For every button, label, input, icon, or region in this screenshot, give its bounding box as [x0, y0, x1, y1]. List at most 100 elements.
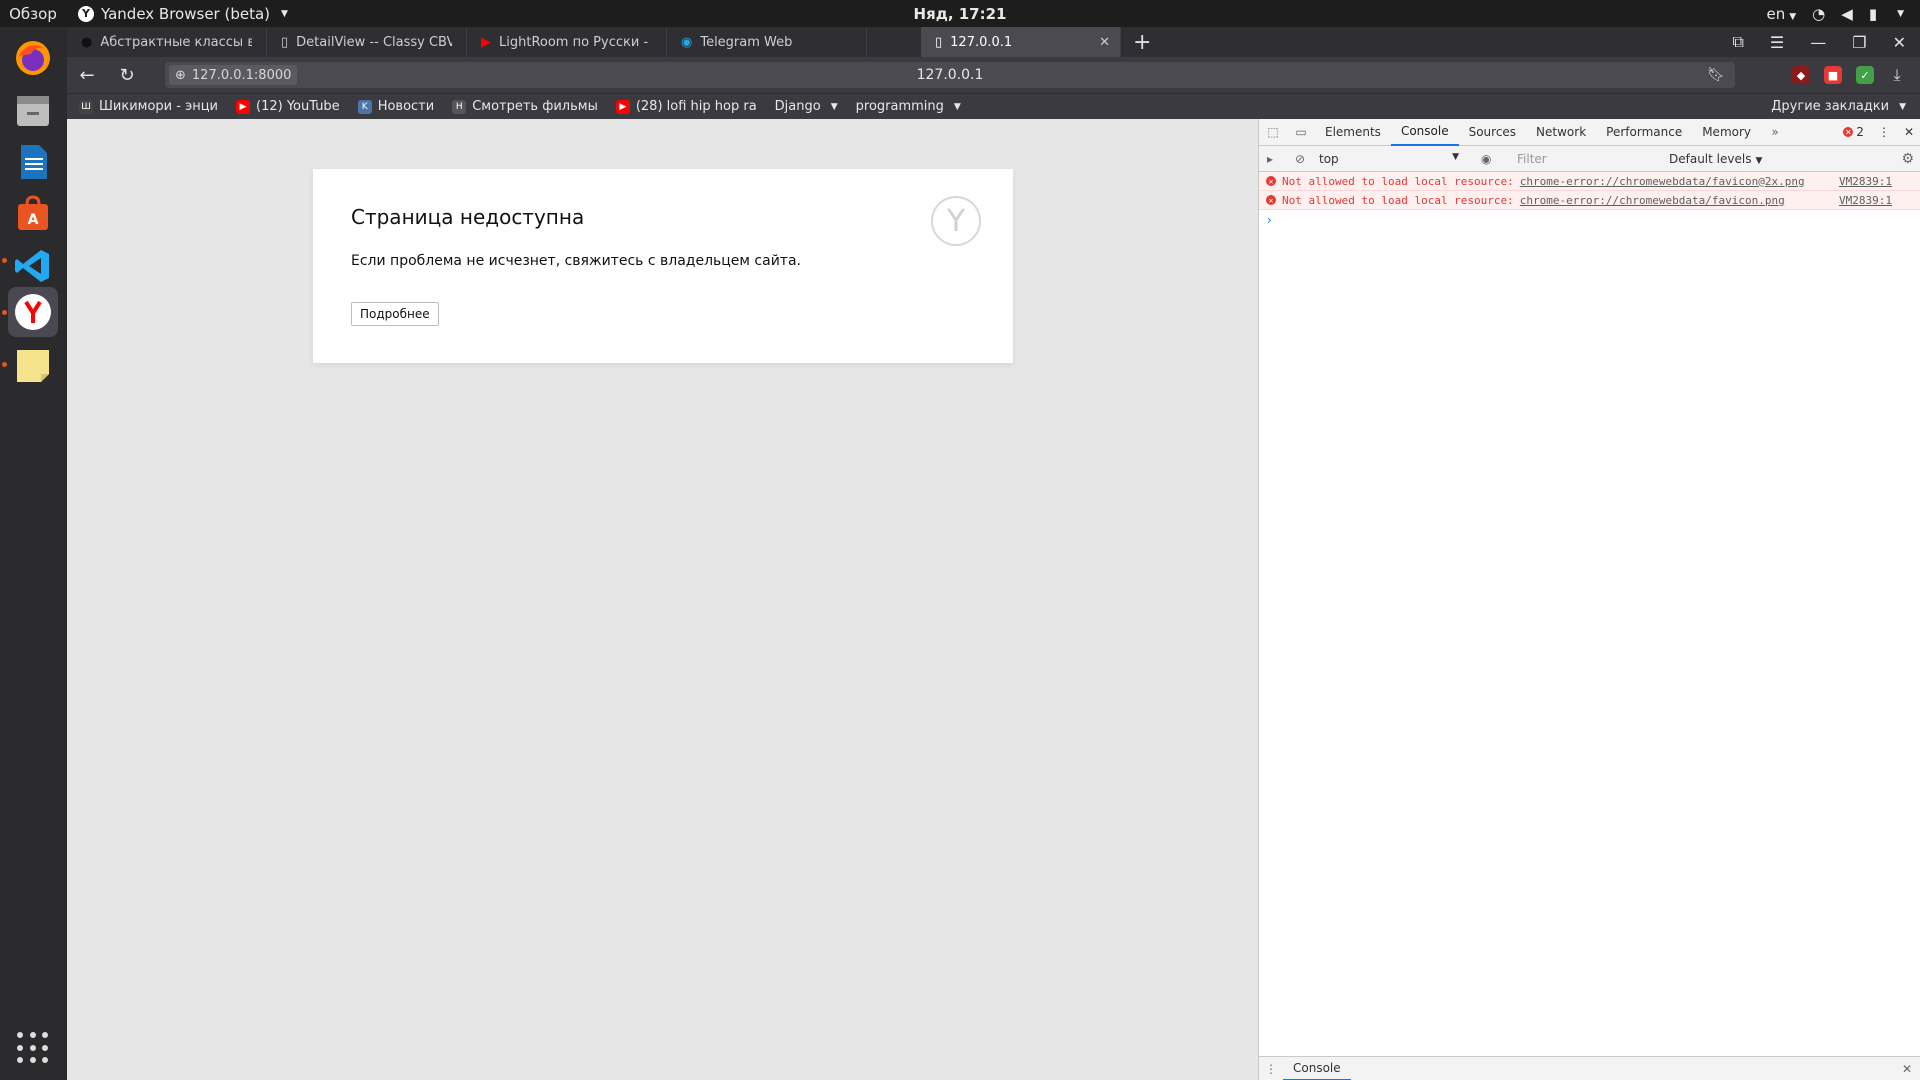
protect-shield-icon[interactable]: ✓: [1856, 66, 1874, 84]
reload-icon[interactable]: ↻: [107, 65, 147, 86]
vk-icon: K: [357, 99, 372, 114]
filter-input[interactable]: Filter: [1511, 149, 1661, 169]
language-indicator[interactable]: en ▼: [1767, 5, 1797, 23]
sticky-notes-icon[interactable]: [8, 341, 58, 391]
url-badge[interactable]: ⊕ 127.0.0.1:8000: [169, 65, 298, 85]
url-box[interactable]: ⊕ 127.0.0.1:8000 127.0.0.1 🔖︎: [165, 62, 1735, 88]
kebab-menu-icon[interactable]: ⋮: [1878, 125, 1890, 139]
wifi-icon[interactable]: ◔: [1812, 5, 1825, 23]
running-indicator: [2, 310, 7, 315]
bookmark-item[interactable]: Ш Шикимори - энци: [79, 99, 218, 114]
tab[interactable]: ◉ Telegram Web: [667, 27, 867, 57]
chevron-down-icon[interactable]: ▼: [1897, 9, 1904, 19]
more-tabs-icon[interactable]: »: [1761, 125, 1789, 139]
console-error-row: ✕ Not allowed to load local resource: ch…: [1259, 172, 1920, 191]
files-icon[interactable]: [8, 85, 58, 135]
battery-icon[interactable]: ▮: [1869, 5, 1877, 23]
page-icon: ▯: [281, 34, 289, 50]
console-error-row: ✕ Not allowed to load local resource: ch…: [1259, 191, 1920, 210]
hd-icon: H: [452, 99, 467, 114]
tab[interactable]: ▯ DetailView -- Classy CBV: [267, 27, 467, 57]
tab-active[interactable]: ▯ 127.0.0.1 ✕: [921, 27, 1121, 57]
page-content: Страница недоступна Если проблема не исч…: [67, 119, 1258, 1080]
tab-memory[interactable]: Memory: [1692, 119, 1761, 146]
minimize-icon[interactable]: —: [1810, 33, 1826, 52]
chevron-down-icon: ▼: [1789, 11, 1797, 22]
devtools-drawer: ⋮ Console ✕: [1259, 1056, 1920, 1080]
close-window-icon[interactable]: ✕: [1893, 33, 1906, 52]
context-selector[interactable]: top ▼: [1319, 152, 1459, 166]
devtools-right-controls: ✕ 2 ⋮ ✕: [1843, 125, 1914, 139]
other-bookmarks[interactable]: Другие закладки ▼: [1771, 99, 1906, 114]
eye-icon[interactable]: ◉: [1481, 152, 1491, 166]
bookmarks-bar: Ш Шикимори - энци ▶ (12) YouTube K Новости …: [67, 93, 1920, 119]
yandex-browser-icon[interactable]: [8, 287, 58, 337]
activities-button[interactable]: Обзор: [0, 5, 66, 23]
download-icon[interactable]: ⤓: [1888, 65, 1906, 84]
app-name: Yandex Browser (beta): [101, 4, 271, 23]
resource-link[interactable]: chrome-error://chromewebdata/favicon.png: [1520, 194, 1785, 207]
close-drawer-icon[interactable]: ✕: [1902, 1062, 1912, 1076]
bookmark-folder-django[interactable]: Django ▼: [775, 99, 838, 114]
menu-icon[interactable]: ☰: [1770, 33, 1784, 52]
bookmark-item[interactable]: ▶ (28) lofi hip hop ra: [615, 99, 757, 114]
libreoffice-writer-icon[interactable]: [8, 137, 58, 187]
close-tab-icon[interactable]: ✕: [1099, 35, 1110, 50]
error-counter[interactable]: ✕ 2: [1843, 125, 1864, 139]
tab-manager-icon[interactable]: ⧉: [1732, 32, 1743, 52]
drawer-tab-console[interactable]: Console: [1283, 1057, 1351, 1080]
error-message: Если проблема не исчезнет, свяжитесь с в…: [351, 253, 801, 269]
device-toolbar-icon[interactable]: ▭: [1287, 125, 1315, 139]
ubuntu-software-icon[interactable]: A: [8, 189, 58, 239]
error-icon: ✕: [1266, 176, 1276, 186]
running-indicator: [2, 362, 7, 367]
bookmark-icon[interactable]: 🔖︎: [1707, 67, 1725, 83]
tab[interactable]: ● Абстрактные классы в Ру: [67, 27, 267, 57]
clear-console-icon[interactable]: ⊘: [1295, 152, 1305, 166]
system-tray[interactable]: en ▼ ◔ ◀ ▮ ▼: [1767, 5, 1905, 23]
youtube-icon: ▶: [481, 34, 491, 50]
app-menu[interactable]: Y Yandex Browser (beta) ▼: [78, 5, 288, 23]
bookmark-folder-programming[interactable]: programming ▼: [856, 99, 961, 114]
source-link[interactable]: VM2839:1: [1839, 175, 1892, 188]
telegram-icon: ◉: [681, 34, 693, 50]
extension-icon[interactable]: ◆: [1792, 66, 1810, 84]
console-prompt[interactable]: ›: [1259, 210, 1920, 229]
vscode-icon[interactable]: [8, 241, 58, 291]
tab-network[interactable]: Network: [1526, 119, 1596, 146]
show-applications-icon[interactable]: [17, 1032, 49, 1064]
source-link[interactable]: VM2839:1: [1839, 194, 1892, 207]
tab[interactable]: ▶ LightRoom по Русски - Ha: [467, 27, 667, 57]
kebab-menu-icon[interactable]: ⋮: [1259, 1062, 1283, 1076]
window-controls: ⧉ ☰ — ❐ ✕: [1732, 27, 1920, 57]
bookmark-item[interactable]: ▶ (12) YouTube: [236, 99, 340, 114]
clock[interactable]: Няд, 17:21: [0, 5, 1920, 23]
back-icon[interactable]: ←: [67, 65, 107, 86]
log-levels-dropdown[interactable]: Default levels ▼: [1669, 152, 1762, 166]
tab-elements[interactable]: Elements: [1315, 119, 1391, 146]
firefox-icon[interactable]: [8, 33, 58, 83]
gear-icon[interactable]: ⚙: [1901, 151, 1914, 167]
chevron-down-icon: ▼: [1452, 151, 1459, 162]
volume-icon[interactable]: ◀: [1841, 5, 1853, 23]
error-icon: ✕: [1266, 195, 1276, 205]
adblock-icon[interactable]: ■: [1824, 66, 1842, 84]
bookmark-item[interactable]: H Смотреть фильмы: [452, 99, 598, 114]
system-top-bar: Обзор Y Yandex Browser (beta) ▼ Няд, 17:…: [0, 0, 1920, 27]
bookmark-item[interactable]: K Новости: [357, 99, 434, 114]
chevron-down-icon: ▼: [1755, 155, 1763, 166]
youtube-icon: ▶: [236, 99, 250, 114]
address-bar: ← ↻ ⊕ 127.0.0.1:8000 127.0.0.1 🔖︎ ◆ ■ ✓ …: [67, 57, 1920, 93]
new-tab-button[interactable]: +: [1133, 30, 1151, 55]
resource-link[interactable]: chrome-error://chromewebdata/favicon@2x.…: [1520, 175, 1805, 188]
chevron-down-icon: ▼: [1899, 101, 1906, 112]
tab-console[interactable]: Console: [1390, 119, 1459, 146]
tab-sources[interactable]: Sources: [1459, 119, 1526, 146]
restore-icon[interactable]: ❐: [1852, 33, 1866, 52]
console-toolbar: ▸ ⊘ top ▼ ◉ Filter Default levels ▼ ⚙: [1259, 146, 1920, 172]
tab-performance[interactable]: Performance: [1596, 119, 1692, 146]
sidebar-toggle-icon[interactable]: ▸: [1267, 152, 1273, 166]
inspect-element-icon[interactable]: ⬚: [1259, 125, 1287, 139]
details-button[interactable]: Подробнее: [351, 302, 439, 326]
close-devtools-icon[interactable]: ✕: [1904, 125, 1914, 139]
